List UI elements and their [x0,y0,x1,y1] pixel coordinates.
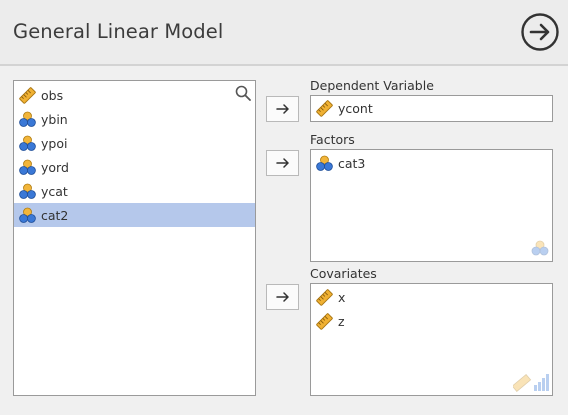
nominal-variable-icon [19,183,36,199]
variable-item[interactable]: ycont [311,96,552,121]
nominal-variable-icon [19,135,36,151]
continuous-variable-icon [316,288,333,306]
variable-item[interactable]: ypoi [14,131,255,155]
factors-label: Factors [310,132,355,147]
dependent-variable-box[interactable]: ycont [310,95,553,122]
nominal-variable-icon [19,111,36,127]
continuous-hint-icon [513,373,549,392]
variable-item[interactable]: cat3 [311,151,552,175]
arrow-right-icon [275,104,289,114]
covariates-box[interactable]: xz [310,283,553,396]
dependent-variable-label: Dependent Variable [310,78,434,93]
variable-name: ypoi [41,135,68,151]
variable-name: yord [41,159,69,175]
factors-box[interactable]: cat3 [310,149,553,262]
nominal-hint-icon [531,240,549,256]
variable-name: ybin [41,111,68,127]
variable-name: ycat [41,183,68,199]
arrow-right-icon [275,292,289,302]
search-icon[interactable] [235,85,251,105]
header: General Linear Model [0,0,568,66]
variable-name: ycont [338,101,373,116]
variable-item[interactable]: x [311,285,552,309]
variable-list[interactable]: obs ybin ypoi yord ycat cat2 [13,80,256,396]
variable-name: obs [41,87,64,103]
arrow-right-circle-icon[interactable] [521,13,559,51]
variable-item[interactable]: obs [14,83,255,107]
continuous-variable-icon [316,100,333,117]
continuous-variable-icon [19,86,36,104]
variable-item[interactable]: ybin [14,107,255,131]
nominal-variable-icon [316,155,333,171]
variable-name: x [338,289,346,305]
move-to-factors-button[interactable] [266,150,299,176]
variable-item[interactable]: yord [14,155,255,179]
variable-item[interactable]: cat2 [14,203,255,227]
variable-name: cat3 [338,155,366,171]
covariates-label: Covariates [310,266,377,281]
continuous-variable-icon [316,312,333,330]
nominal-variable-icon [19,159,36,175]
variable-name: cat2 [41,207,69,223]
nominal-variable-icon [19,207,36,223]
move-to-dependent-button[interactable] [266,96,299,122]
variable-item[interactable]: z [311,309,552,333]
move-to-covariates-button[interactable] [266,284,299,310]
arrow-right-icon [275,158,289,168]
variable-item[interactable]: ycat [14,179,255,203]
page-title: General Linear Model [13,20,224,43]
variable-name: z [338,313,345,329]
